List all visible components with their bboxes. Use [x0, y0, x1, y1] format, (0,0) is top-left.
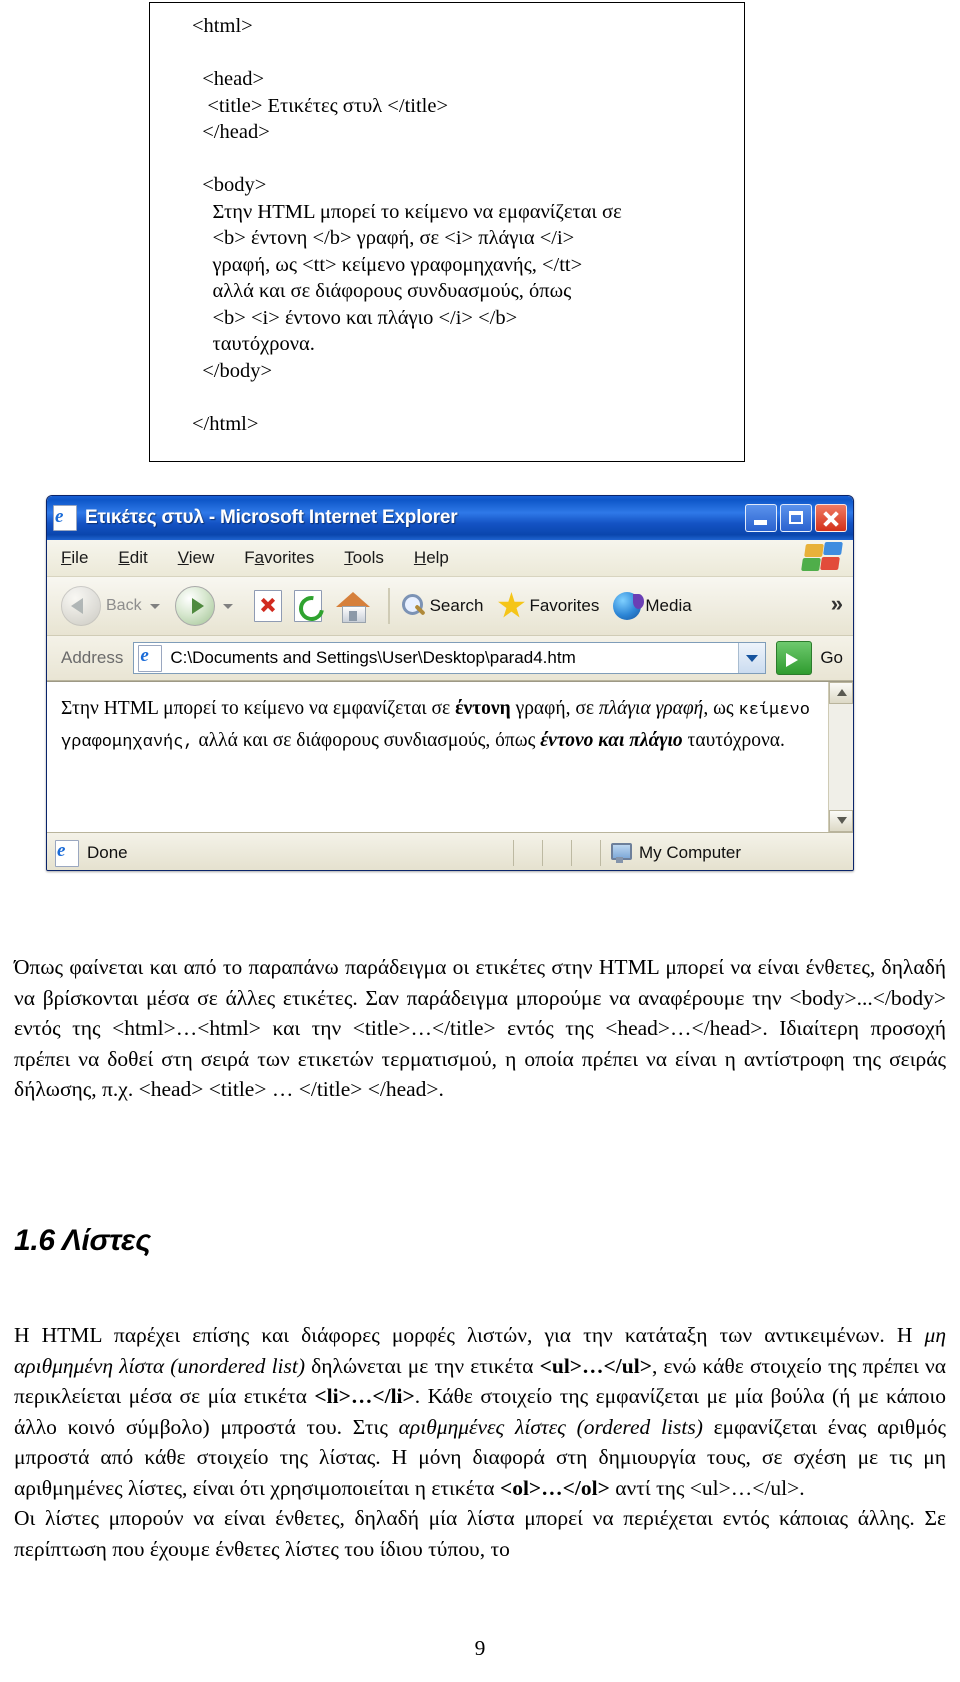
paragraph-lists-body: Η HTML παρέχει επίσης και διάφορες μορφέ…	[14, 1320, 946, 1503]
page-text-bold-1: έντονη	[455, 698, 511, 719]
page-text-5: ταυτόχρονα.	[682, 730, 785, 751]
go-button[interactable]	[776, 641, 813, 675]
forward-button[interactable]	[174, 586, 242, 626]
window-title: Ετικέτες στυλ - Microsoft Internet Explo…	[85, 507, 458, 528]
address-bar: Address C:\Documents and Settings\User\D…	[47, 636, 853, 681]
code-line: </head>	[192, 121, 270, 143]
favorites-star-icon[interactable]	[498, 592, 525, 618]
code-line: <head>	[192, 68, 265, 90]
address-label: Address	[61, 648, 124, 667]
address-dropdown-button[interactable]	[738, 643, 766, 673]
media-globe-icon[interactable]	[613, 592, 645, 620]
p2-seg-6: αντί της <ul>…</ul>.	[609, 1475, 805, 1500]
page-text-italic-1: πλάγια γραφή	[598, 698, 704, 719]
forward-dropdown-icon[interactable]	[222, 603, 233, 609]
paragraph-nested-tags: Όπως φαίνεται και από το παραπάνω παράδε…	[14, 952, 946, 1105]
window-titlebar: Ετικέτες στυλ - Microsoft Internet Explo…	[47, 496, 853, 540]
page-text-2: γραφή, σε	[510, 698, 599, 719]
code-line: ταυτόχρονα.	[192, 333, 315, 355]
p2-bold-li-tag: <li>…</li>	[314, 1384, 415, 1408]
status-cell	[513, 840, 542, 866]
security-zone-label: My Computer	[639, 843, 742, 862]
menu-bar: File Edit View Favorites Tools Help	[47, 540, 853, 577]
menu-item-view[interactable]: View	[178, 548, 215, 568]
search-label[interactable]: Search	[430, 596, 484, 616]
back-dropdown-icon[interactable]	[149, 603, 160, 609]
code-listing-box: <html> <head> <title> Ετικέτες στυλ </ti…	[149, 2, 745, 462]
paragraph-nested-lists: Οι λίστες μπορούν να είναι ένθετες, δηλα…	[14, 1506, 946, 1561]
scroll-down-icon[interactable]	[829, 810, 853, 832]
address-document-icon	[138, 644, 163, 672]
status-bar: Done My Computer	[47, 832, 853, 870]
back-button[interactable]: Back	[61, 586, 169, 626]
scroll-up-icon[interactable]	[829, 682, 853, 704]
address-value: C:\Documents and Settings\User\Desktop\p…	[170, 648, 576, 667]
code-line: </body>	[192, 359, 273, 382]
navigation-toolbar: Back Search Favorites Media »	[47, 577, 853, 636]
window-controls	[745, 504, 849, 532]
address-input[interactable]: C:\Documents and Settings\User\Desktop\p…	[133, 642, 767, 674]
status-text: Done	[87, 843, 128, 862]
page-number: 9	[474, 1636, 486, 1660]
favorites-label[interactable]: Favorites	[529, 596, 599, 616]
page-text-bolditalic-1: έντονο και πλάγιο	[540, 730, 683, 751]
code-listing-text: <html> <head> <title> Ετικέτες στυλ </ti…	[150, 3, 744, 437]
code-line: </html>	[192, 412, 259, 435]
ie-document-icon	[53, 505, 77, 531]
status-document-icon	[55, 839, 79, 867]
p2-italic-ordered-lists: αριθμημένες λίστες (ordered lists)	[398, 1414, 703, 1439]
toolbar-overflow-icon[interactable]: »	[831, 591, 843, 617]
vertical-scrollbar[interactable]	[828, 682, 853, 832]
paragraph-lists: Η HTML παρέχει επίσης και διάφορες μορφέ…	[14, 1320, 946, 1564]
menu-item-favorites[interactable]: Favorites	[244, 548, 314, 568]
code-line: <title> Ετικέτες στυλ </title>	[192, 94, 449, 117]
menu-item-edit[interactable]: Edit	[118, 548, 147, 568]
menu-item-file[interactable]: File	[61, 548, 88, 568]
status-segments: My Computer	[513, 833, 853, 870]
code-line: <b> έντονη </b> γραφή, σε <i> πλάγια </i…	[192, 227, 575, 249]
windows-flag-icon	[799, 542, 845, 574]
stop-icon[interactable]	[253, 590, 282, 622]
section-heading-lists: 1.6 Λίστες	[14, 1224, 151, 1257]
forward-arrow-icon	[174, 586, 215, 626]
minimize-button[interactable]	[745, 504, 777, 532]
home-icon[interactable]	[335, 590, 370, 623]
p2-seg-2: δηλώνεται με την ετικέτα	[305, 1353, 540, 1378]
back-arrow-icon	[61, 586, 101, 626]
close-button[interactable]	[815, 504, 847, 532]
code-line: <body>	[192, 174, 267, 196]
my-computer-icon	[609, 842, 632, 864]
back-label: Back	[106, 597, 142, 614]
code-line: γραφή, ως <tt> κείμενο γραφομηχανής, </t…	[192, 253, 583, 276]
page-text-4: αλλά και σε διάφορους συνδιασμούς, όπως	[193, 730, 541, 751]
status-cell	[542, 840, 571, 866]
menu-item-tools[interactable]: Tools	[344, 548, 384, 568]
search-icon[interactable]	[400, 593, 426, 619]
rendered-page-text: Στην HTML μπορεί το κείμενο να εμφανίζετ…	[47, 682, 828, 832]
p2-seg-1: Η HTML παρέχει επίσης και διάφορες μορφέ…	[14, 1323, 925, 1347]
code-line: <html>	[192, 15, 253, 37]
code-line: Στην HTML μπορεί το κείμενο να εμφανίζετ…	[192, 200, 622, 223]
code-line: αλλά και σε διάφορους συνδυασμούς, όπως	[192, 280, 572, 302]
browser-content-area: Στην HTML μπορεί το κείμενο να εμφανίζετ…	[47, 681, 853, 832]
status-cell	[571, 840, 600, 866]
media-label[interactable]: Media	[645, 596, 691, 616]
p2-bold-ol-tag: <ol>…</ol>	[499, 1475, 610, 1500]
go-label[interactable]: Go	[820, 648, 843, 668]
page-text-1: Στην HTML μπορεί το κείμενο να εμφανίζετ…	[61, 698, 456, 719]
security-zone: My Computer	[600, 840, 853, 866]
page-text-3: , ως	[703, 698, 739, 719]
p2-bold-ul-tag: <ul>…</ul>	[539, 1353, 652, 1378]
paragraph-text: Όπως φαίνεται και από το παραπάνω παράδε…	[14, 955, 946, 1101]
internet-explorer-window: Ετικέτες στυλ - Microsoft Internet Explo…	[46, 495, 854, 871]
code-line: <b> <i> έντονο και πλάγιο </i> </b>	[192, 306, 518, 329]
menu-item-help[interactable]: Help	[414, 548, 449, 568]
toolbar-divider	[387, 588, 390, 624]
maximize-button[interactable]	[780, 504, 812, 532]
refresh-icon[interactable]	[293, 590, 329, 626]
